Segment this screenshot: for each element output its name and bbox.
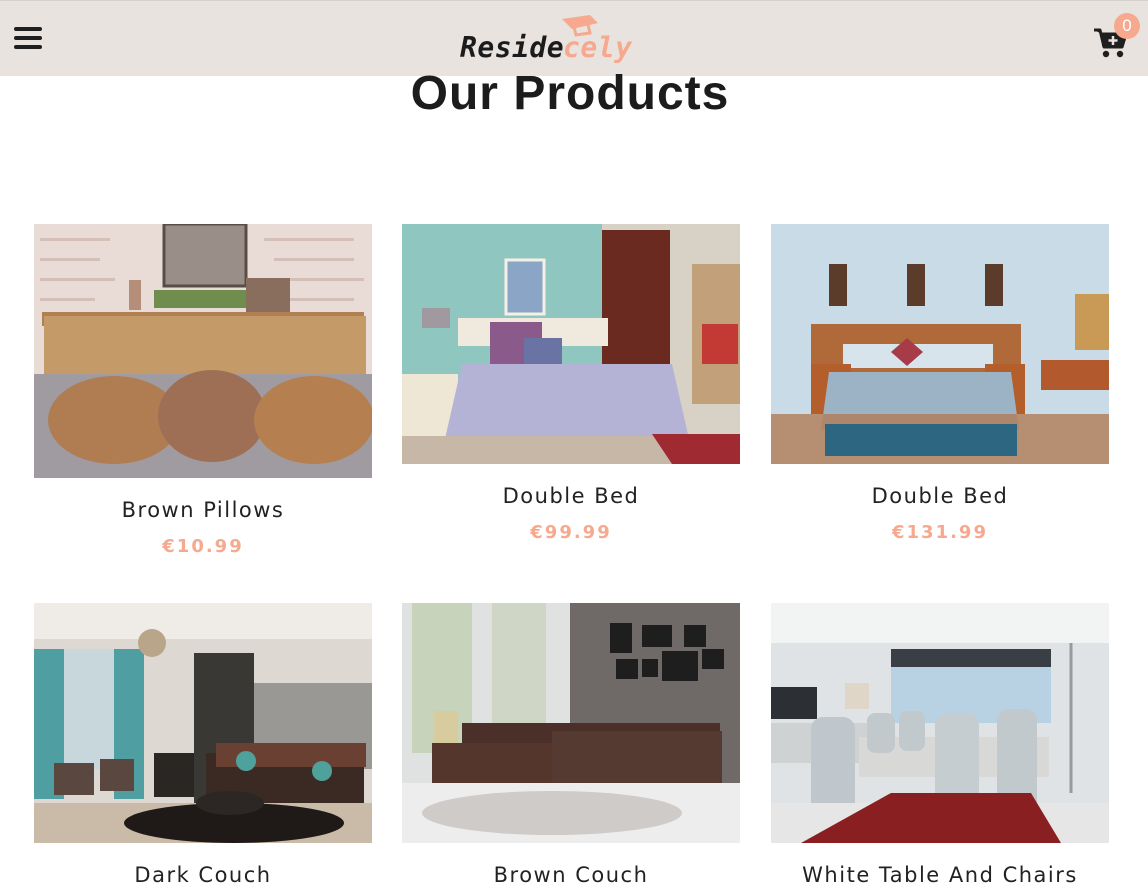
product-name[interactable]: Double Bed xyxy=(402,484,740,508)
product-card[interactable]: Brown Couch xyxy=(402,603,740,887)
logo-text-accent: cely xyxy=(563,31,633,64)
product-card[interactable]: Double Bed €131.99 xyxy=(771,224,1109,543)
cart-count-badge: 0 xyxy=(1114,13,1140,39)
product-name[interactable]: Brown Pillows xyxy=(34,498,372,522)
product-image-double-bed[interactable] xyxy=(771,224,1109,464)
brand-logo[interactable]: Reside cely xyxy=(460,15,690,65)
product-image-brown-pillows[interactable] xyxy=(34,224,372,478)
product-price: €131.99 xyxy=(892,522,988,543)
product-card[interactable]: Double Bed €99.99 xyxy=(402,224,740,543)
product-name[interactable]: Double Bed xyxy=(771,484,1109,508)
hamburger-icon[interactable] xyxy=(14,27,42,53)
product-image-white-table-and-chairs[interactable] xyxy=(771,603,1109,843)
product-image-double-bed[interactable] xyxy=(402,224,740,464)
product-price: €99.99 xyxy=(530,522,612,543)
logo-text-main: Reside xyxy=(460,31,565,64)
product-name[interactable]: Dark Couch xyxy=(34,863,372,887)
product-card[interactable]: White Table And Chairs xyxy=(771,603,1109,887)
product-image-dark-couch[interactable] xyxy=(34,603,372,843)
product-image-brown-couch[interactable] xyxy=(402,603,740,843)
product-price: €10.99 xyxy=(162,536,244,557)
product-name[interactable]: Brown Couch xyxy=(402,863,740,887)
top-navbar: Reside cely 0 xyxy=(0,0,1148,76)
product-card[interactable]: Dark Couch xyxy=(34,603,372,887)
cart-button[interactable]: 0 xyxy=(1092,13,1140,63)
product-card[interactable]: Brown Pillows €10.99 xyxy=(34,224,372,557)
page-title: Our Products xyxy=(410,67,730,120)
product-name[interactable]: White Table And Chairs xyxy=(771,863,1109,887)
